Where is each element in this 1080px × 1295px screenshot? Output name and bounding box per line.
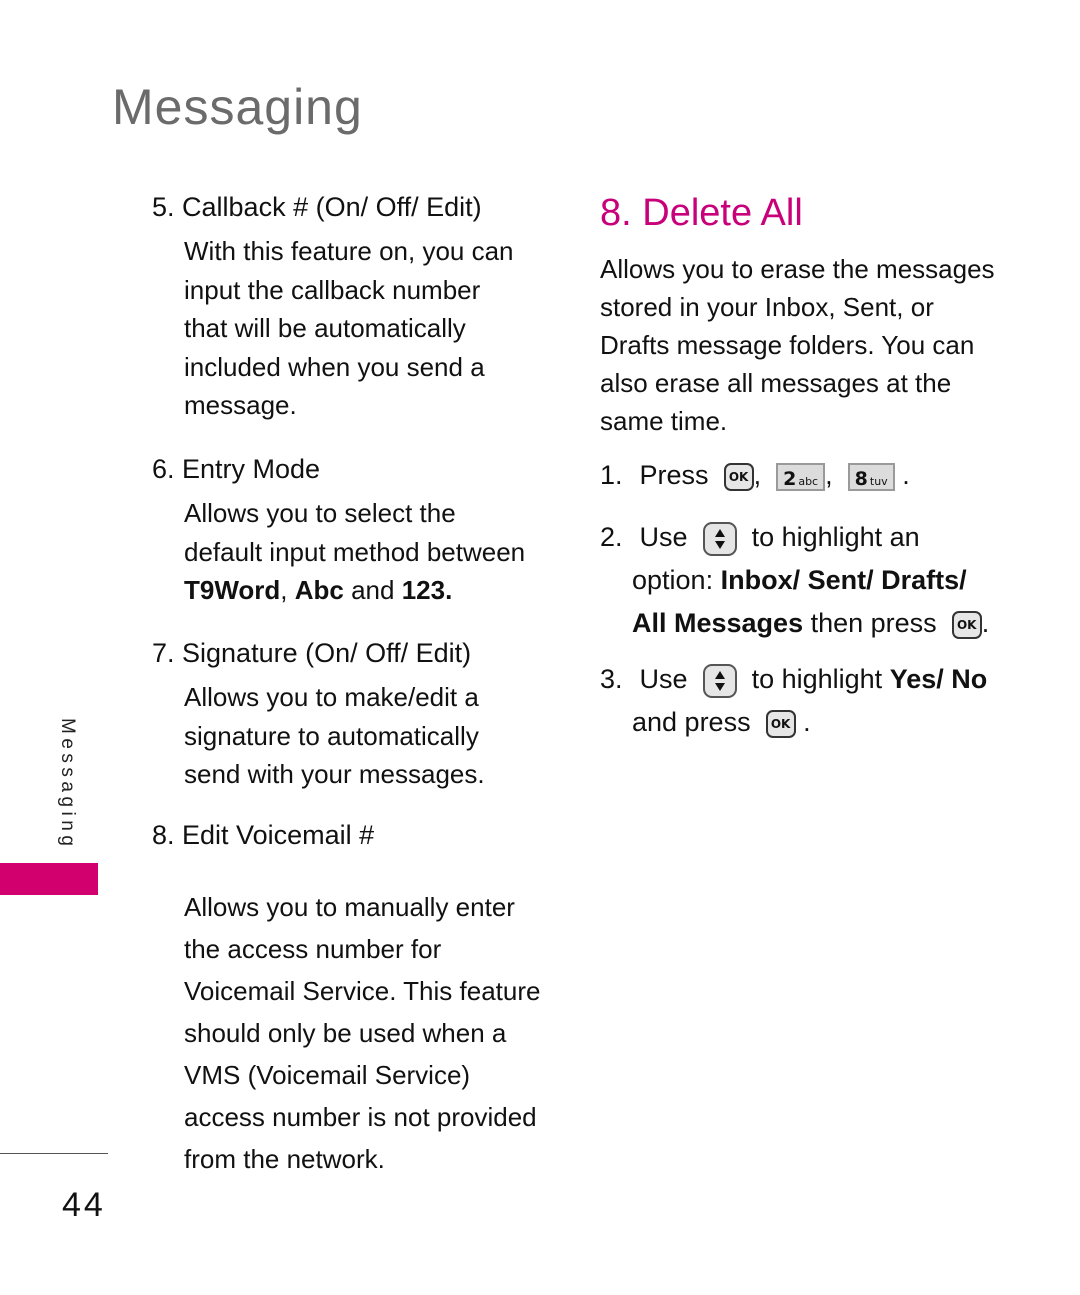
step-continuation: and press OK . <box>600 701 987 744</box>
period: . <box>803 707 811 737</box>
section-heading: 8. Edit Voicemail # <box>152 820 375 850</box>
section-callback: 5. Callback # (On/ Off/ Edit) With this … <box>152 190 514 425</box>
delete-all-description: Allows you to erase the messages stored … <box>600 254 995 436</box>
step-continuation: All Messages then press OK. <box>600 602 989 645</box>
section-heading: 6. Entry Mode <box>152 454 321 484</box>
step-text: to highlight <box>751 664 883 694</box>
ok-key-icon: OK <box>723 462 754 491</box>
footer-divider <box>0 1153 108 1154</box>
separator: , <box>753 460 762 490</box>
step-text: to highlight an <box>751 522 920 552</box>
nav-up-down-key-icon <box>702 521 737 556</box>
right-column: 8. Delete All Allows you to erase the me… <box>600 190 1020 738</box>
key-digit: 2 <box>783 467 797 490</box>
section-body: Allows you to select the default input m… <box>184 494 525 610</box>
option-drafts: Drafts/ <box>881 565 967 595</box>
option-yes: Yes/ <box>889 664 944 694</box>
period: . <box>902 460 910 490</box>
key-8-icon: 8 tuv <box>847 462 895 491</box>
ok-key-icon: OK <box>951 610 982 639</box>
step-text: Press <box>639 460 709 490</box>
option-label: option: <box>632 565 714 595</box>
section-body: Allows you to manually enter the access … <box>184 892 541 1174</box>
step-number: 2. <box>600 522 623 552</box>
step-number: 1. <box>600 460 623 490</box>
step-text: then press <box>810 608 937 638</box>
nav-up-down-key-icon <box>702 663 737 698</box>
page-number: 44 <box>62 1186 106 1224</box>
period: . <box>981 608 990 638</box>
option-all-messages: All Messages <box>632 608 804 638</box>
step-1: 1. Press OK, 2 abc, 8 tuv . <box>600 460 910 491</box>
section-body: Allows you to make/edit a signature to a… <box>184 682 485 789</box>
delete-all-title: 8. Delete All <box>600 192 803 234</box>
key-letters: tuv <box>869 474 888 488</box>
period: . <box>445 575 453 605</box>
option-t9word: T9Word <box>184 575 281 605</box>
side-tab-label: Messaging <box>57 718 78 851</box>
key-digit: 8 <box>854 467 868 490</box>
body-text: Allows you to select the default input m… <box>184 498 526 567</box>
section-entry-mode: 6. Entry Mode Allows you to select the d… <box>152 452 525 610</box>
key-2-icon: 2 abc <box>776 462 826 491</box>
section-heading: 5. Callback # (On/ Off/ Edit) <box>152 192 482 222</box>
option-123: 123 <box>401 575 446 605</box>
key-letters: abc <box>798 474 819 488</box>
option-abc: Abc <box>294 575 344 605</box>
section-heading: 7. Signature (On/ Off/ Edit) <box>152 638 472 668</box>
step-number: 3. <box>600 664 623 694</box>
ok-key-icon: OK <box>765 709 796 738</box>
step-text: Use <box>639 522 688 552</box>
page-title: Messaging <box>112 79 363 135</box>
option-sent: Sent/ <box>807 565 874 595</box>
step-text: Use <box>639 664 688 694</box>
section-edit-voicemail: 8. Edit Voicemail # Allows you to manual… <box>152 818 540 1180</box>
section-signature: 7. Signature (On/ Off/ Edit) Allows you … <box>152 636 485 794</box>
separator: , <box>280 575 295 605</box>
option-inbox: Inbox/ <box>720 565 801 595</box>
option-no: No <box>951 664 988 694</box>
step-3: 3. Use to highlight Yes/ No and press OK… <box>600 658 987 744</box>
section-body: With this feature on, you can input the … <box>184 236 514 420</box>
step-continuation: option: Inbox/ Sent/ Drafts/ <box>600 559 989 602</box>
separator: and <box>343 575 402 605</box>
separator: , <box>825 460 833 490</box>
side-tab-marker <box>0 863 98 895</box>
step-text: and press <box>632 707 751 737</box>
step-2: 2. Use to highlight an option: Inbox/ Se… <box>600 516 989 645</box>
